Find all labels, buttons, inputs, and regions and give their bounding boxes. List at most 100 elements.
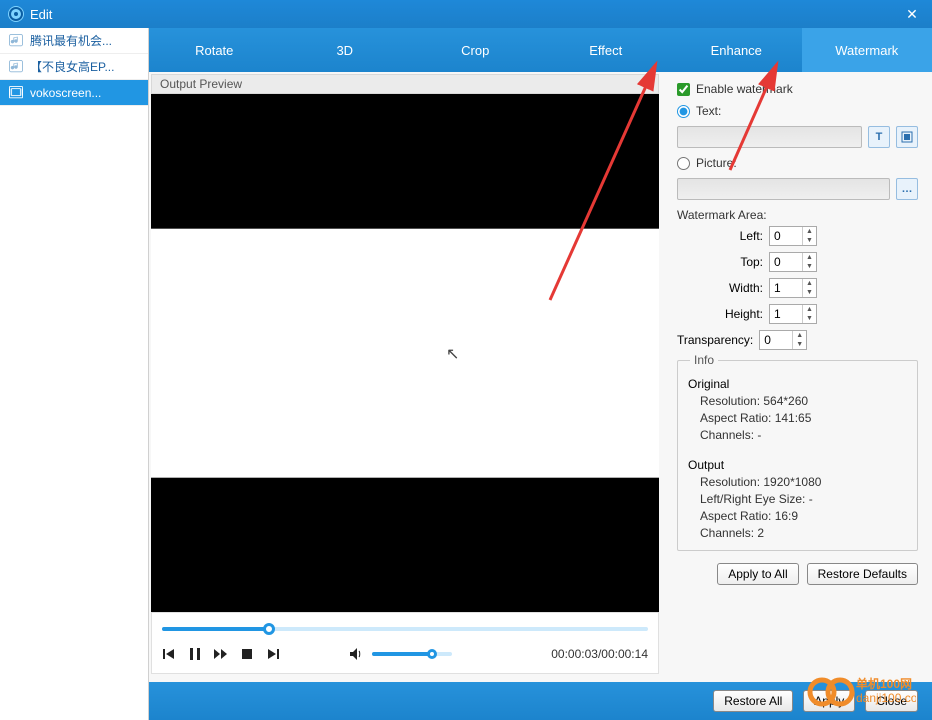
left-spinner[interactable]: 0 ▲▼ [769,226,817,246]
restore-defaults-button[interactable]: Restore Defaults [807,563,918,585]
output-channels: Channels: 2 [700,526,907,540]
main: Rotate 3D Crop Effect Enhance Watermark … [149,28,932,720]
up-arrow-icon[interactable]: ▲ [803,305,816,314]
content: Output Preview ↖ [149,72,932,682]
up-arrow-icon[interactable]: ▲ [803,253,816,262]
transparency-spinner[interactable]: 0 ▲▼ [759,330,807,350]
original-resolution: Resolution: 564*260 [700,394,907,408]
preview-column: Output Preview ↖ [149,72,661,682]
top-label: Top: [677,255,763,269]
volume-track[interactable] [372,652,452,656]
up-arrow-icon[interactable]: ▲ [803,227,816,236]
titlebar: Edit ✕ [0,0,932,28]
watermark-area-label: Watermark Area: [677,208,918,222]
output-resolution: Resolution: 1920*1080 [700,475,907,489]
font-button[interactable]: T [868,126,890,148]
file-label: 腾讯最有机会... [30,32,112,49]
volume-icon[interactable] [350,647,364,661]
original-aspect: Aspect Ratio: 141:65 [700,411,907,425]
up-arrow-icon[interactable]: ▲ [793,331,806,340]
app-icon [8,6,24,22]
output-title: Output [688,458,907,472]
file-item-0[interactable]: 腾讯最有机会... [0,28,148,54]
tab-watermark[interactable]: Watermark [802,28,932,72]
close-button[interactable]: Close [865,690,918,712]
color-button[interactable] [896,126,918,148]
prev-icon[interactable] [162,647,176,661]
picture-radio[interactable] [677,157,690,170]
tab-effect[interactable]: Effect [541,28,672,72]
left-label: Left: [677,229,763,243]
next-icon[interactable] [266,647,280,661]
progress-bar[interactable] [162,617,648,641]
height-spinner[interactable]: 1 ▲▼ [769,304,817,324]
original-title: Original [688,377,907,391]
footer: Restore All Apply Close [149,682,932,720]
file-list: 腾讯最有机会... 【不良女高EP... vokoscreen... [0,28,149,720]
volume-control [350,647,452,661]
cursor-icon: ↖ [446,344,459,364]
file-item-1[interactable]: 【不良女高EP... [0,54,148,80]
preview-header: Output Preview [151,74,659,94]
transparency-value: 0 [764,333,771,347]
tab-crop[interactable]: Crop [410,28,541,72]
apply-button[interactable]: Apply [803,690,855,712]
music-icon [6,33,26,49]
volume-fill [372,652,432,656]
watermark-panel: Enable watermark Text: T Picture: [661,72,932,682]
info-fieldset: Info Original Resolution: 564*260 Aspect… [677,360,918,551]
top-value: 0 [774,255,781,269]
edit-window: Edit ✕ 腾讯最有机会... 【不良女高EP... vokoscreen..… [0,0,932,720]
up-arrow-icon[interactable]: ▲ [803,279,816,288]
playbar: 00:00:03/00:00:14 [151,612,659,674]
left-value: 0 [774,229,781,243]
file-label: vokoscreen... [30,86,101,100]
down-arrow-icon[interactable]: ▼ [803,314,816,323]
output-eyesize: Left/Right Eye Size: - [700,492,907,506]
enable-watermark-label: Enable watermark [696,82,793,96]
text-label: Text: [696,104,721,118]
tab-rotate[interactable]: Rotate [149,28,280,72]
body: 腾讯最有机会... 【不良女高EP... vokoscreen... Rotat… [0,28,932,720]
tab-enhance[interactable]: Enhance [671,28,802,72]
apply-to-all-button[interactable]: Apply to All [717,563,798,585]
music-icon [6,59,26,75]
down-arrow-icon[interactable]: ▼ [803,262,816,271]
progress-fill [162,627,269,631]
down-arrow-icon[interactable]: ▼ [803,288,816,297]
tab-3d[interactable]: 3D [280,28,411,72]
preview-area[interactable]: ↖ [151,94,659,612]
tab-bar: Rotate 3D Crop Effect Enhance Watermark [149,28,932,72]
original-channels: Channels: - [700,428,907,442]
progress-track[interactable] [162,627,648,631]
text-input[interactable] [677,126,862,148]
time-display: 00:00:03/00:00:14 [551,647,648,661]
text-radio[interactable] [677,105,690,118]
picture-input[interactable] [677,178,890,200]
height-label: Height: [677,307,763,321]
progress-handle[interactable] [263,623,275,635]
file-label: 【不良女高EP... [30,58,114,75]
top-spinner[interactable]: 0 ▲▼ [769,252,817,272]
width-spinner[interactable]: 1 ▲▼ [769,278,817,298]
width-value: 1 [774,281,781,295]
height-value: 1 [774,307,781,321]
down-arrow-icon[interactable]: ▼ [803,236,816,245]
file-item-2[interactable]: vokoscreen... [0,80,148,106]
restore-all-button[interactable]: Restore All [713,690,793,712]
volume-handle[interactable] [427,649,437,659]
output-aspect: Aspect Ratio: 16:9 [700,509,907,523]
window-title: Edit [30,7,900,22]
transparency-label: Transparency: [677,333,753,347]
player-controls: 00:00:03/00:00:14 [162,641,648,667]
video-frame [151,229,659,478]
close-icon[interactable]: ✕ [900,2,924,26]
pause-icon[interactable] [188,647,202,661]
down-arrow-icon[interactable]: ▼ [793,340,806,349]
enable-watermark-checkbox[interactable] [677,83,690,96]
browse-button[interactable]: … [896,178,918,200]
width-label: Width: [677,281,763,295]
stop-icon[interactable] [240,647,254,661]
video-icon [6,85,26,101]
fastforward-icon[interactable] [214,647,228,661]
